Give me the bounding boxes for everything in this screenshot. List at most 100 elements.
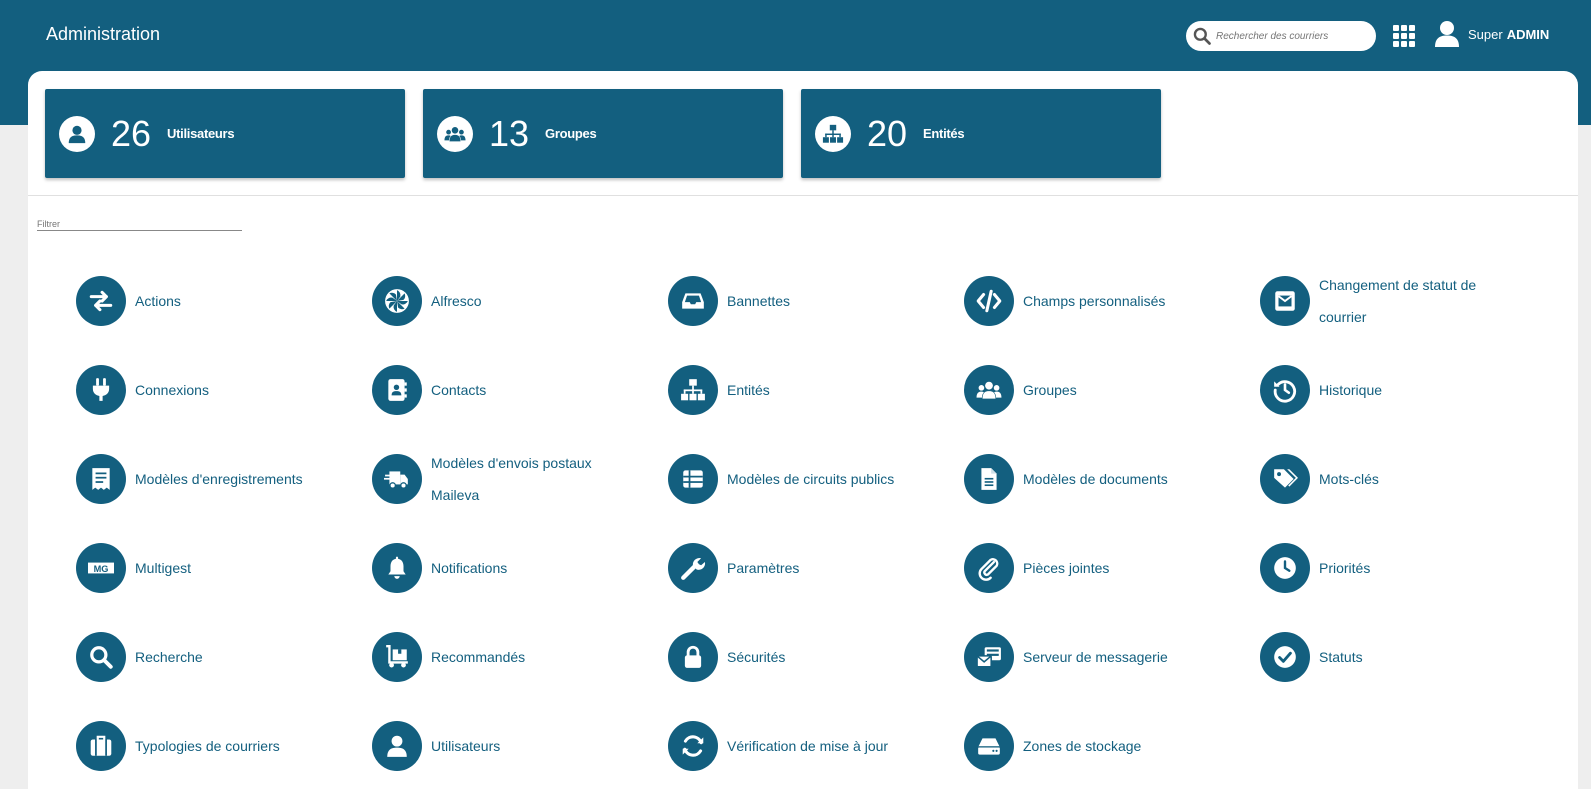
admin-item-label: Entités (727, 381, 770, 398)
filter-input[interactable] (37, 219, 242, 229)
search-input[interactable] (1216, 30, 1366, 42)
search-icon (1193, 27, 1211, 45)
search-icon (90, 645, 113, 669)
admin-item-alfresco[interactable]: Alfresco (372, 256, 668, 345)
admin-item-label: Paramètres (727, 559, 800, 576)
admin-item-priorities[interactable]: Priorités (1260, 523, 1556, 612)
admin-item-parameters[interactable]: Paramètres (668, 523, 964, 612)
admin-item-label: Vérification de mise à jour (727, 737, 889, 754)
alfresco-icon (385, 288, 409, 313)
admin-item-label: Multigest (135, 559, 192, 576)
stat-count: 20 (867, 112, 908, 154)
admin-item-document-models[interactable]: Modèles de documents (964, 434, 1260, 523)
stat-label: Entités (923, 126, 965, 141)
admin-item-label: Bannettes (727, 292, 791, 309)
lock-icon (684, 645, 702, 668)
tags-icon (1274, 468, 1298, 488)
dolly-icon (386, 644, 408, 668)
inbox-icon (682, 292, 704, 309)
user-icon (1435, 21, 1459, 47)
admin-item-attachments[interactable]: Pièces jointes (964, 523, 1260, 612)
admin-item-label: Mots-clés (1319, 470, 1379, 487)
admin-item-keywords[interactable]: Mots-clés (1260, 434, 1556, 523)
app-title: Administration (46, 24, 161, 44)
stat-count: 26 (111, 112, 152, 154)
plug-icon (92, 377, 110, 401)
sitemap-icon (681, 378, 705, 400)
stat-card-users[interactable]: 26 Utilisateurs (45, 89, 405, 178)
bell-icon (388, 556, 406, 579)
admin-item-statuses[interactable]: Statuts (1260, 612, 1556, 701)
user-icon (59, 115, 95, 152)
admin-item-status-change[interactable]: Changement de statut de courrier (1260, 256, 1556, 345)
admin-item-notifications[interactable]: Notifications (372, 523, 668, 612)
shipping-fast-icon (384, 470, 408, 489)
admin-item-search[interactable]: Recherche (76, 612, 372, 701)
admin-item-registration-models[interactable]: Modèles d'enregistrements (76, 434, 372, 523)
admin-item-label: Modèles d'envois postaux Maileva (431, 454, 592, 503)
user-first-name: Super (1468, 26, 1503, 42)
admin-item-postal-models[interactable]: Modèles d'envois postaux Maileva (372, 434, 668, 523)
admin-item-custom-fields[interactable]: Champs personnalisés (964, 256, 1260, 345)
admin-item-bannettes[interactable]: Bannettes (668, 256, 964, 345)
admin-item-actions[interactable]: Actions (76, 256, 372, 345)
admin-item-label: Utilisateurs (431, 737, 501, 754)
admin-item-users[interactable]: Utilisateurs (372, 701, 668, 789)
admin-item-label: Modèles d'enregistrements (135, 470, 303, 487)
admin-item-label: Connexions (135, 381, 209, 398)
search-box[interactable] (1186, 21, 1376, 51)
admin-item-label: Historique (1319, 381, 1383, 398)
user-last-name: ADMIN (1506, 26, 1550, 42)
filter-field[interactable] (37, 214, 242, 231)
section-divider (28, 195, 1578, 196)
stat-card-entities[interactable]: 20 Entités (801, 89, 1161, 178)
admin-item-mail-types[interactable]: Typologies de courriers (76, 701, 372, 789)
admin-item-label: Contacts (431, 381, 487, 398)
sitemap-icon (815, 115, 851, 152)
main-panel: 26 Utilisateurs 13 Groupes 20 Entités Ac… (28, 71, 1578, 789)
admin-item-storage-zones[interactable]: Zones de stockage (964, 701, 1260, 789)
admin-item-entities[interactable]: Entités (668, 345, 964, 434)
admin-item-label: Pièces jointes (1023, 559, 1110, 576)
admin-item-label: Sécurités (727, 648, 786, 665)
admin-item-label: Recommandés (431, 648, 526, 665)
stat-label: Groupes (545, 126, 597, 141)
svg-text:MG: MG (94, 563, 109, 573)
admin-item-label: Modèles de documents (1023, 470, 1168, 487)
history-icon (1273, 379, 1297, 403)
apps-grid-icon[interactable] (1393, 25, 1415, 47)
exchange-icon (89, 290, 113, 311)
admin-item-mail-server[interactable]: Serveur de messagerie (964, 612, 1260, 701)
envelope-square-icon (1275, 290, 1295, 311)
admin-item-contacts[interactable]: Contacts (372, 345, 668, 434)
admin-item-update-check[interactable]: Vérification de mise à jour (668, 701, 964, 789)
address-book-icon (388, 378, 407, 401)
admin-menu-grid: Actions Alfresco Bannettes Champs person… (76, 256, 1556, 789)
admin-item-groups[interactable]: Groupes (964, 345, 1260, 434)
admin-item-label: Modèles de circuits publics (727, 470, 895, 487)
stat-label: Utilisateurs (167, 126, 235, 141)
paperclip-icon (978, 557, 999, 581)
users-icon (437, 115, 473, 152)
admin-item-label: Statuts (1319, 648, 1363, 665)
admin-item-security[interactable]: Sécurités (668, 612, 964, 701)
suitcase-icon (90, 735, 112, 756)
receipt-icon (92, 467, 110, 490)
admin-item-multigest[interactable]: MG Multigest (76, 523, 372, 612)
admin-item-registered-mail[interactable]: Recommandés (372, 612, 668, 701)
admin-item-history[interactable]: Historique (1260, 345, 1556, 434)
admin-item-label: Zones de stockage (1023, 737, 1142, 754)
user-menu[interactable]: Super ADMIN (1434, 20, 1549, 48)
clock-icon (1274, 556, 1296, 579)
admin-item-public-circuits[interactable]: Modèles de circuits publics (668, 434, 964, 523)
sync-icon (682, 734, 704, 757)
stat-card-groups[interactable]: 13 Groupes (423, 89, 783, 178)
check-circle-icon (1274, 645, 1296, 668)
admin-item-label: Typologies de courriers (135, 737, 280, 754)
stat-count: 13 (489, 112, 530, 154)
multigest-icon: MG (88, 562, 114, 573)
admin-item-label: Notifications (431, 559, 508, 576)
user-icon (387, 735, 407, 757)
admin-item-connexions[interactable]: Connexions (76, 345, 372, 434)
wrench-icon (681, 557, 706, 580)
